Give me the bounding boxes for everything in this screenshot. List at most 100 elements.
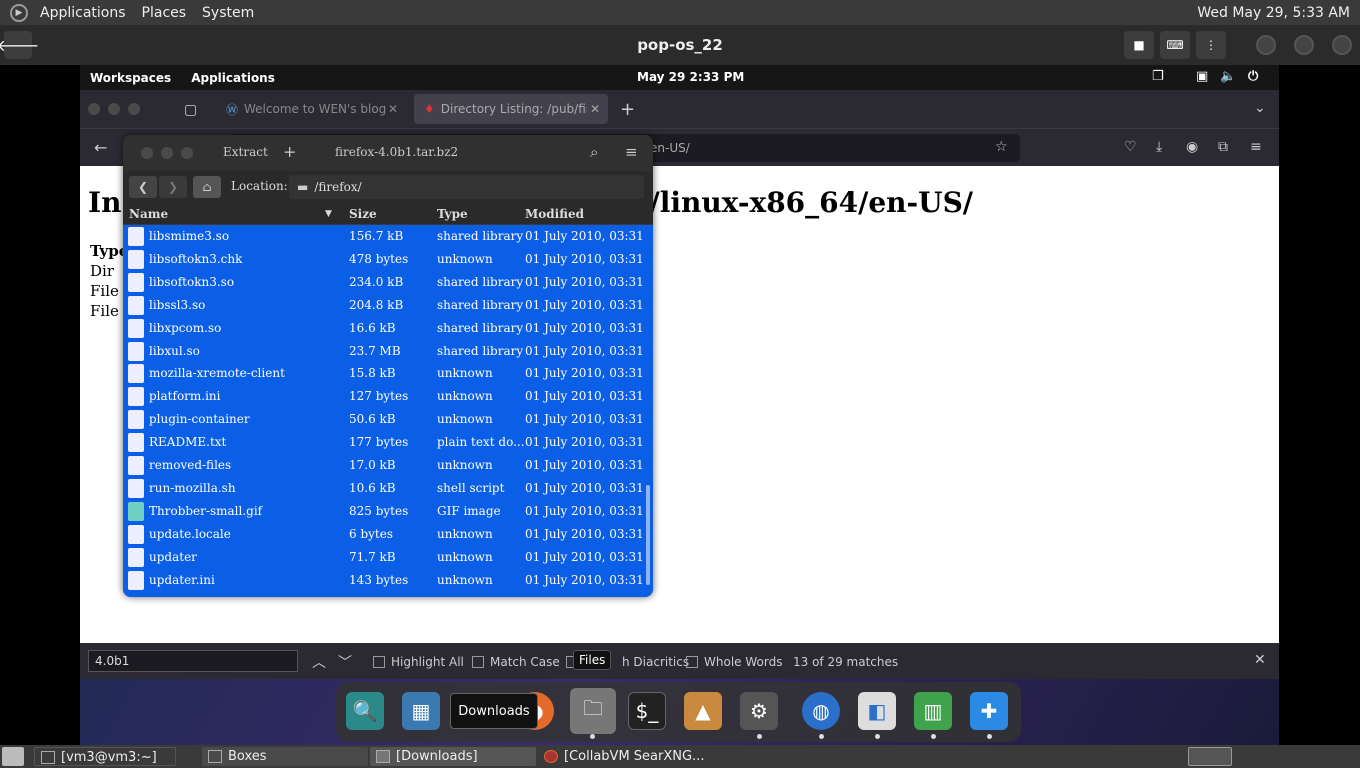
file-name: libsmime3.so: [149, 229, 230, 243]
settings-gear-icon[interactable]: ⚙: [740, 692, 778, 730]
download-icon[interactable]: ⤓: [1156, 139, 1162, 155]
guest-menu-workspaces[interactable]: Workspaces: [80, 71, 181, 85]
browser-back-icon[interactable]: ←: [94, 138, 107, 157]
location-field[interactable]: ▬ /firefox/: [289, 175, 644, 199]
minimize-button[interactable]: [1256, 35, 1276, 55]
close-findbar-icon[interactable]: ✕: [1254, 652, 1266, 668]
highlight-all-checkbox[interactable]: Highlight All: [373, 655, 464, 669]
tab-close-icon[interactable]: ✕: [590, 102, 600, 116]
guest-menu-applications[interactable]: Applications: [181, 71, 285, 85]
file-modified: 01 July 2010, 03:31: [525, 458, 644, 472]
workspaces-app-icon[interactable]: ▦: [402, 692, 440, 730]
task-boxes[interactable]: Boxes: [202, 747, 368, 766]
extensions-icon[interactable]: ⧉: [1218, 139, 1228, 155]
guest-display[interactable]: Workspaces Applications May 29 2:33 PM ❐…: [80, 65, 1279, 745]
column-modified[interactable]: Modified: [525, 207, 584, 221]
scrollbar-thumb[interactable]: [646, 485, 650, 585]
file-row[interactable]: updater 71.7 kB unknown 01 July 2010, 03:31: [123, 546, 653, 569]
file-row[interactable]: plugin-container 50.6 kB unknown 01 July 20…: [123, 408, 653, 431]
tab-directory-listing[interactable]: ♦ Directory Listing: /pub/firef ✕: [414, 94, 608, 124]
volume-icon[interactable]: 🔈: [1220, 69, 1236, 84]
new-tab-icon[interactable]: +: [620, 99, 635, 120]
column-name[interactable]: Name: [129, 207, 168, 221]
whole-words-checkbox[interactable]: Whole Words: [686, 655, 782, 669]
file-row[interactable]: update.locale 6 bytes unknown 01 July 2010,…: [123, 523, 653, 546]
column-size[interactable]: Size: [349, 207, 377, 221]
window-max-dot[interactable]: [181, 147, 193, 159]
files-app-icon[interactable]: 🗀: [570, 688, 616, 734]
sort-desc-icon[interactable]: ▼: [325, 209, 332, 219]
file-row[interactable]: platform.ini 127 bytes unknown 01 July 2010…: [123, 385, 653, 408]
window-close-dot[interactable]: [141, 147, 153, 159]
clipboard-icon[interactable]: ❐: [1152, 69, 1164, 84]
file-row[interactable]: updater.ini 143 bytes unknown 01 July 2010,…: [123, 569, 653, 592]
account-icon[interactable]: ◉: [1186, 139, 1198, 155]
file-icon: [128, 547, 144, 567]
checkbox-label: Highlight All: [391, 655, 464, 669]
find-previous-icon[interactable]: ︿: [312, 652, 326, 672]
stop-button[interactable]: ■: [1124, 31, 1154, 59]
distro-logo-icon[interactable]: ▶: [10, 3, 28, 22]
home-button[interactable]: ⌂: [193, 176, 221, 198]
file-row[interactable]: mozilla-xremote-client 15.8 kB unknown 01 J…: [123, 362, 653, 385]
menu-button[interactable]: ⋮: [1196, 31, 1226, 59]
task-downloads[interactable]: [Downloads]: [370, 747, 536, 766]
bookmark-star-icon[interactable]: ☆: [995, 139, 1008, 155]
file-size: 6 bytes: [349, 526, 393, 541]
window-min-dot[interactable]: [108, 103, 120, 115]
file-row[interactable]: libssl3.so 204.8 kB shared library 01 July …: [123, 294, 653, 317]
keyboard-button[interactable]: ⌨: [1160, 31, 1190, 59]
nav-back-button[interactable]: ❮: [129, 176, 157, 198]
host-menu-places[interactable]: Places: [134, 5, 195, 21]
file-row[interactable]: libxpcom.so 16.6 kB shared library 01 July …: [123, 317, 653, 340]
show-desktop-icon[interactable]: [2, 747, 24, 766]
file-row[interactable]: README.txt 177 bytes plain text do... 01 Ju…: [123, 431, 653, 454]
close-button[interactable]: [1332, 35, 1352, 55]
back-button[interactable]: 🡐: [0, 31, 39, 59]
hamburger-menu-icon[interactable]: ≡: [625, 143, 638, 161]
url-text: en-US/: [650, 141, 690, 155]
column-type[interactable]: Type: [437, 207, 468, 221]
file-row[interactable]: run-mozilla.sh 10.6 kB shell script 01 July…: [123, 477, 653, 500]
search-app-icon[interactable]: 🔍: [346, 692, 384, 730]
tab-close-icon[interactable]: ✕: [388, 102, 398, 116]
workspace-switcher[interactable]: [1188, 747, 1232, 766]
add-files-button[interactable]: +: [283, 142, 296, 161]
host-menu-applications[interactable]: Applications: [32, 5, 134, 21]
tab-wens-blog[interactable]: Ⓦ Welcome to WEN's blog ✕: [216, 94, 406, 124]
find-input[interactable]: [88, 650, 298, 672]
archive-manager-icon[interactable]: ▥: [914, 692, 952, 730]
nav-forward-button[interactable]: ❯: [159, 176, 187, 198]
window-max-dot[interactable]: [128, 103, 140, 115]
match-case-checkbox[interactable]: Match Case: [472, 655, 560, 669]
search-icon[interactable]: ⌕: [590, 143, 598, 161]
task-terminal[interactable]: [vm3@vm3:~]: [34, 747, 176, 766]
extract-button[interactable]: Extract: [223, 145, 268, 159]
file-size: 71.7 kB: [349, 549, 396, 564]
pop-shop-app-icon[interactable]: ▲: [684, 692, 722, 730]
file-row[interactable]: removed-files 17.0 kB unknown 01 July 2010,…: [123, 454, 653, 477]
hamburger-menu-icon[interactable]: ≡: [1250, 139, 1262, 155]
file-row[interactable]: libxul.so 23.7 MB shared library 01 July 20…: [123, 340, 653, 363]
file-row[interactable]: Throbber-small.gif 825 bytes GIF image 01 J…: [123, 500, 653, 523]
file-row[interactable]: libsmime3.so 156.7 kB shared library 01 Jul…: [123, 225, 653, 248]
extensions-puzzle-icon[interactable]: ✚: [970, 692, 1008, 730]
chevron-down-icon[interactable]: ⌄: [1254, 100, 1266, 116]
pocket-icon[interactable]: ♡: [1124, 139, 1137, 155]
guest-clock[interactable]: May 29 2:33 PM: [637, 70, 744, 84]
boxes-app-icon[interactable]: ◧: [858, 692, 896, 730]
terminal-app-icon[interactable]: $_: [628, 692, 666, 730]
maximize-button[interactable]: [1294, 35, 1314, 55]
file-row[interactable]: libsoftokn3.so 234.0 kB shared library 01 J…: [123, 271, 653, 294]
task-collabvm[interactable]: [CollabVM SearXNG...: [538, 747, 718, 766]
window-close-dot[interactable]: [88, 103, 100, 115]
host-clock[interactable]: Wed May 29, 5:33 AM: [1197, 5, 1360, 21]
find-next-icon[interactable]: ﹀: [338, 652, 352, 672]
power-icon[interactable]: ⏻: [1248, 69, 1258, 84]
browser-globe-icon[interactable]: ◍: [802, 692, 840, 730]
host-menu-system[interactable]: System: [194, 5, 262, 21]
tab-list-icon[interactable]: ▢: [184, 102, 197, 118]
window-min-dot[interactable]: [161, 147, 173, 159]
network-icon[interactable]: ▣: [1196, 69, 1208, 84]
file-row[interactable]: libsoftokn3.chk 478 bytes unknown 01 July 2…: [123, 248, 653, 271]
